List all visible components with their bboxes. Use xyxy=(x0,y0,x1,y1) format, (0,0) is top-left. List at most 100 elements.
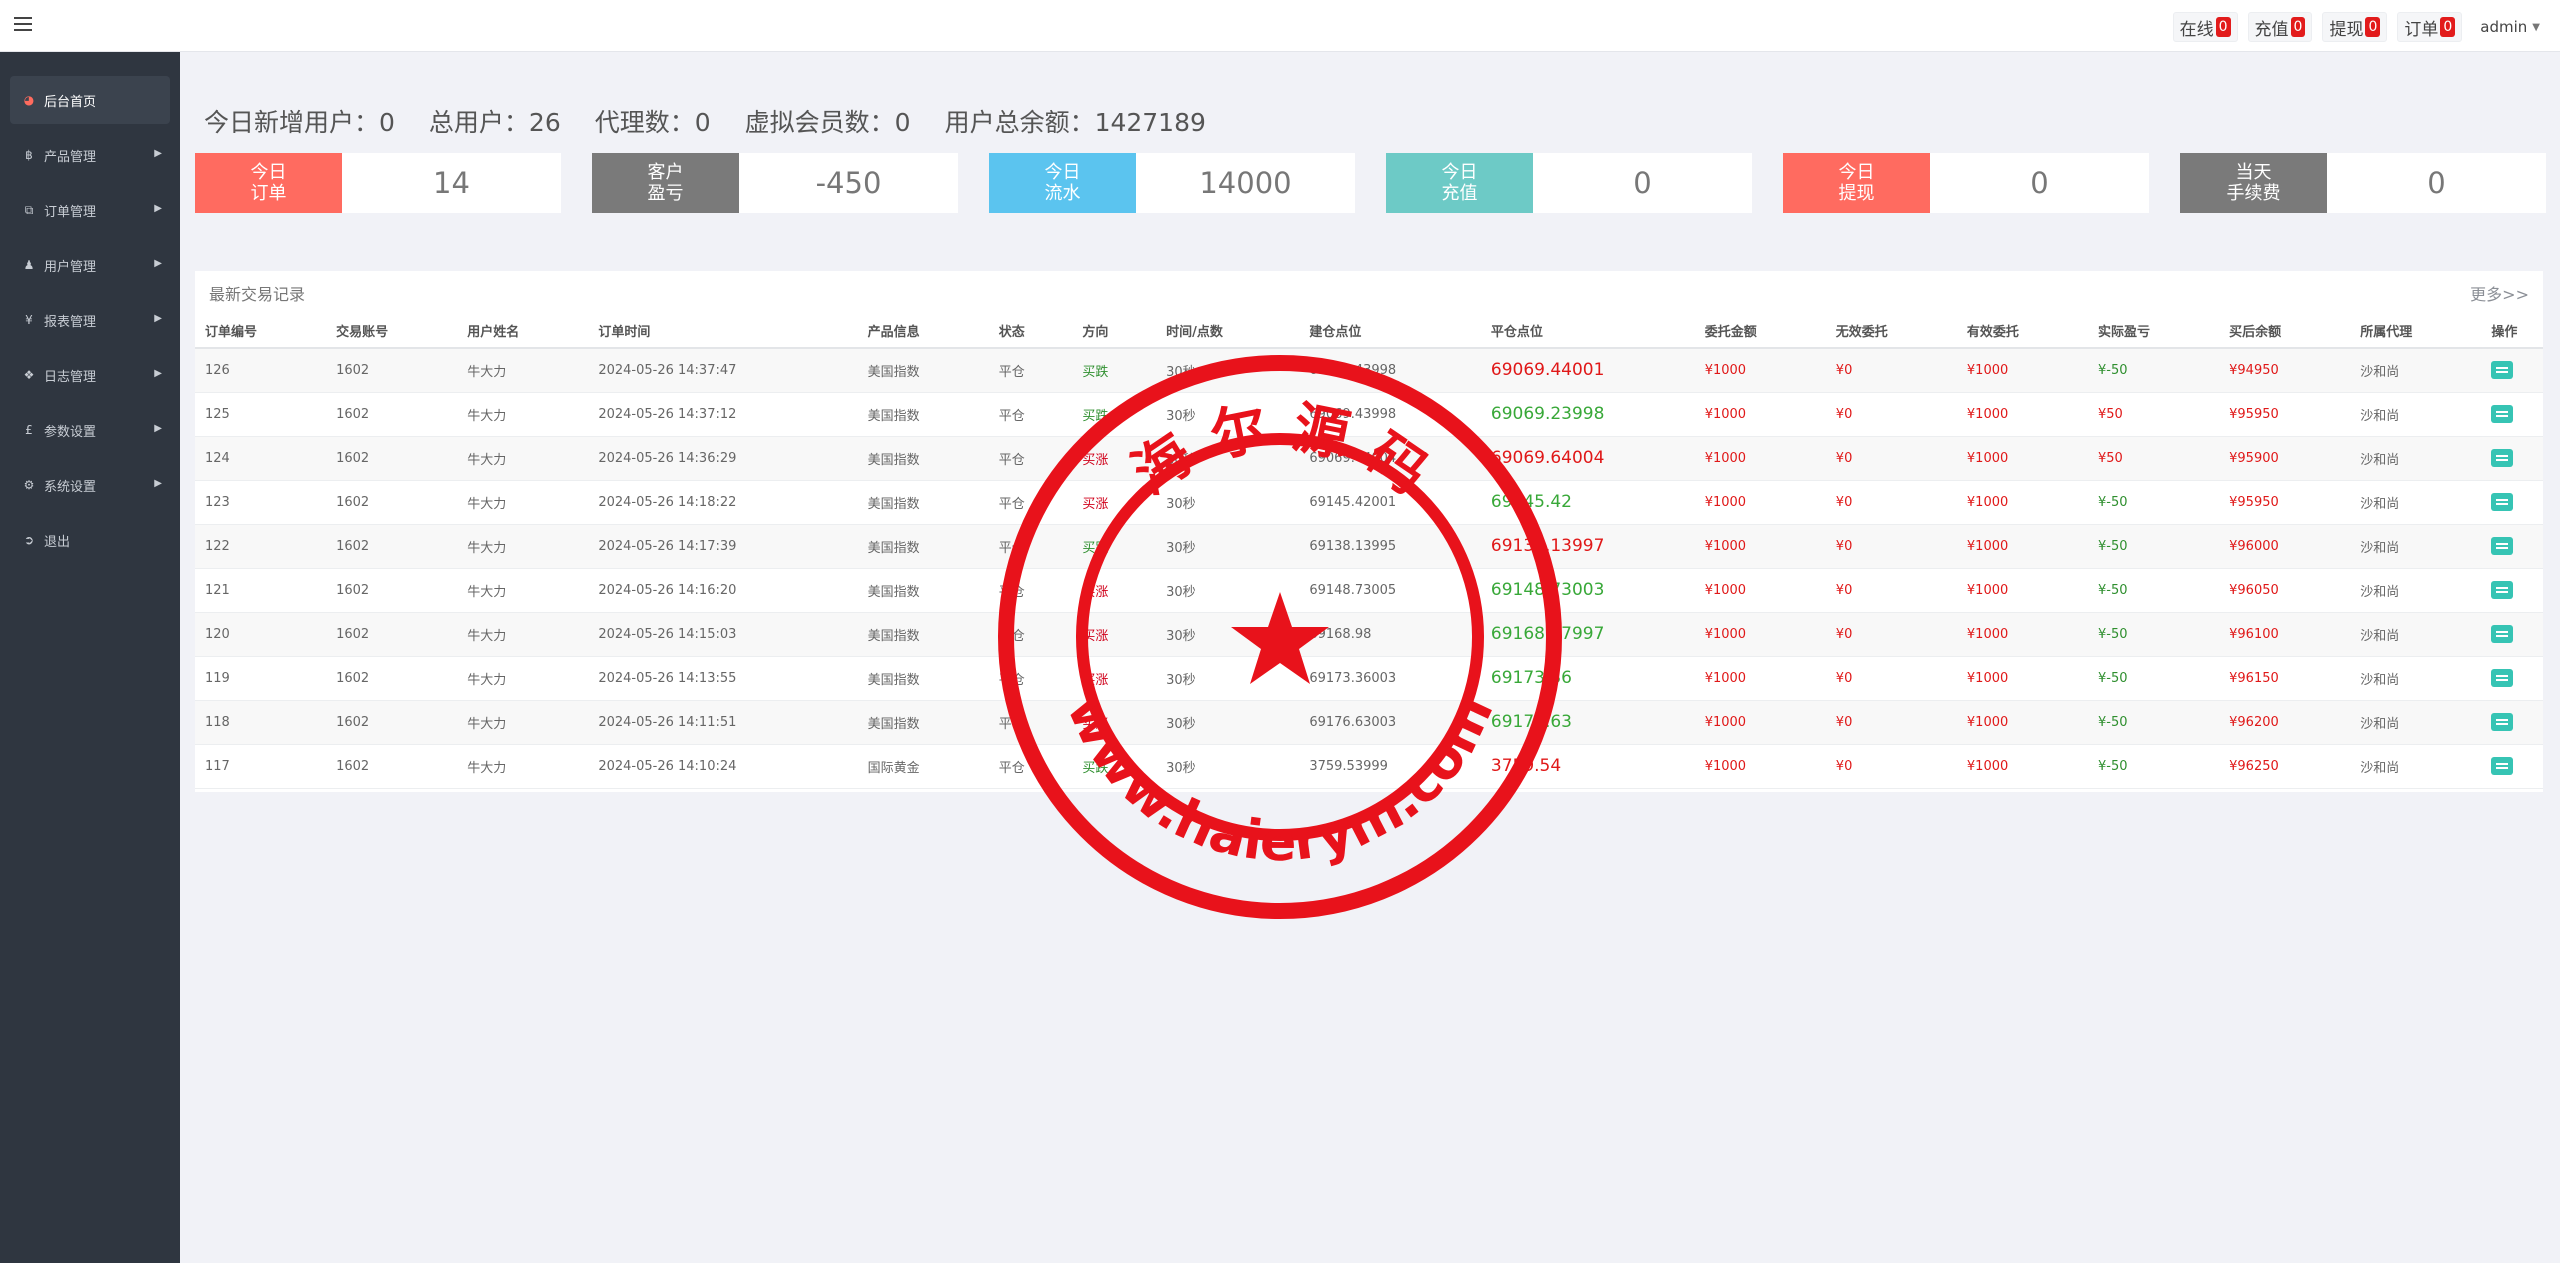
column-header: 操作 xyxy=(2481,314,2543,349)
cell-id: 117 xyxy=(195,744,327,789)
withdraw-count-badge: 0 xyxy=(2365,17,2381,37)
cell-agent: 沙和尚 xyxy=(2350,612,2482,657)
column-header: 订单时间 xyxy=(588,314,858,349)
online-label: 在线 xyxy=(2179,19,2214,40)
sidebar-item-label: 订单管理 xyxy=(44,204,97,220)
view-detail-icon[interactable] xyxy=(2491,669,2514,687)
cell-open: 69069.43998 xyxy=(1299,392,1481,437)
cell-valid: ¥1000 xyxy=(1956,568,2089,613)
cell-open: 69145.42001 xyxy=(1299,480,1481,525)
cell-product: 美国指数 xyxy=(857,348,989,393)
column-header: 所属代理 xyxy=(2350,314,2482,349)
cell-name: 牛大力 xyxy=(457,480,589,525)
view-detail-icon[interactable] xyxy=(2491,449,2514,467)
table-body: 126 1602 牛大力 2024-05-26 14:37:47 美国指数 平仓 买跌 30秒… xyxy=(195,348,2543,789)
more-link[interactable]: 更多>> xyxy=(2470,281,2529,305)
sidebar-item-reports[interactable]: ¥ 报表管理 ▶ xyxy=(10,296,170,344)
view-detail-icon[interactable] xyxy=(2491,361,2514,380)
sidebar-item-logout[interactable]: ➲ 退出 xyxy=(10,516,170,564)
sidebar-item-products[interactable]: ฿ 产品管理 ▶ xyxy=(10,131,170,179)
sidebar-item-label: 系统设置 xyxy=(44,479,97,495)
view-detail-icon[interactable] xyxy=(2491,493,2514,511)
view-detail-icon[interactable] xyxy=(2491,581,2514,599)
card-label: 客户 盈亏 xyxy=(592,153,739,213)
cell-valid: ¥1000 xyxy=(1956,436,2089,481)
card-today-flow: 今日 流水 14000 xyxy=(989,153,1355,213)
cell-name: 牛大力 xyxy=(457,348,589,393)
cell-close: 69138.13997 xyxy=(1480,524,1695,569)
card-value: 14000 xyxy=(1199,166,1292,200)
withdraw-indicator[interactable]: 提现 0 xyxy=(2322,12,2388,42)
view-detail-icon[interactable] xyxy=(2491,537,2514,555)
yen-icon: ¥ xyxy=(25,313,33,327)
cell-product: 美国指数 xyxy=(857,568,989,613)
card-today-orders: 今日 订单 14 xyxy=(195,153,561,213)
view-detail-icon[interactable] xyxy=(2491,713,2514,731)
sidebar-item-logs[interactable]: ❖ 日志管理 ▶ xyxy=(10,351,170,399)
copy-icon: ⧉ xyxy=(24,202,34,217)
user-dropdown[interactable]: admin ▼ xyxy=(2472,12,2548,42)
column-header: 用户姓名 xyxy=(457,314,589,349)
cell-account: 1602 xyxy=(326,392,458,437)
sidebar-item-label: 产品管理 xyxy=(44,149,97,165)
cell-valid: ¥1000 xyxy=(1956,480,2089,525)
cell-time: 2024-05-26 14:37:12 xyxy=(588,392,858,437)
cell-time: 2024-05-26 14:18:22 xyxy=(588,480,858,525)
sidebar-item-orders[interactable]: ⧉ 订单管理 ▶ xyxy=(10,186,170,234)
card-label: 今日 充值 xyxy=(1386,153,1533,213)
view-detail-icon[interactable] xyxy=(2491,757,2514,775)
cell-account: 1602 xyxy=(326,656,458,701)
cell-id: 123 xyxy=(195,480,327,525)
order-indicator[interactable]: 订单 0 xyxy=(2397,12,2463,42)
online-indicator[interactable]: 在线 0 xyxy=(2172,12,2238,42)
cell-pnl: ¥50 xyxy=(2088,392,2220,437)
cell-duration: 30秒 xyxy=(1156,480,1300,525)
cell-action xyxy=(2481,348,2543,393)
cell-open: 69173.36003 xyxy=(1299,656,1481,701)
card-value: -450 xyxy=(815,166,882,200)
cell-duration: 30秒 xyxy=(1156,612,1300,657)
cell-open: 69069.44004 xyxy=(1299,436,1481,481)
cell-account: 1602 xyxy=(326,744,458,789)
cell-invalid: ¥0 xyxy=(1825,744,1957,789)
column-header: 状态 xyxy=(988,314,1073,349)
view-detail-icon[interactable] xyxy=(2491,625,2514,643)
card-today-withdraw: 今日 提现 0 xyxy=(1783,153,2149,213)
cell-amount: ¥1000 xyxy=(1694,700,1826,745)
cell-valid: ¥1000 xyxy=(1956,700,2089,745)
cell-status: 平仓 xyxy=(988,524,1073,569)
table-row: 121 1602 牛大力 2024-05-26 14:16:20 美国指数 平仓 买涨 30秒… xyxy=(195,568,2543,613)
cell-close: 69176.63 xyxy=(1480,700,1695,745)
cell-balance: ¥96250 xyxy=(2219,744,2351,789)
column-header: 时间/点数 xyxy=(1156,314,1300,349)
cell-id: 119 xyxy=(195,656,327,701)
cell-valid: ¥1000 xyxy=(1956,392,2089,437)
cell-amount: ¥1000 xyxy=(1694,612,1826,657)
card-value: 14 xyxy=(433,166,470,200)
cell-invalid: ¥0 xyxy=(1825,480,1957,525)
table-row: 118 1602 牛大力 2024-05-26 14:11:51 美国指数 平仓 买涨 30秒… xyxy=(195,700,2543,745)
cell-amount: ¥1000 xyxy=(1694,392,1826,437)
cell-account: 1602 xyxy=(326,612,458,657)
cell-amount: ¥1000 xyxy=(1694,524,1826,569)
column-header: 委托金额 xyxy=(1694,314,1826,349)
sidebar-item-params[interactable]: £ 参数设置 ▶ xyxy=(10,406,170,454)
cell-close: 3759.54 xyxy=(1480,744,1695,789)
view-detail-icon[interactable] xyxy=(2491,405,2514,423)
cell-open: 3759.53999 xyxy=(1299,744,1481,789)
cell-time: 2024-05-26 14:10:24 xyxy=(588,744,858,789)
column-header: 交易账号 xyxy=(326,314,458,349)
sidebar-item-system[interactable]: ⚙ 系统设置 ▶ xyxy=(10,461,170,509)
sidebar-item-dashboard[interactable]: ◕ 后台首页 xyxy=(10,76,170,124)
menu-toggle-icon[interactable] xyxy=(14,17,32,33)
cell-name: 牛大力 xyxy=(457,700,589,745)
cell-open: 69176.63003 xyxy=(1299,700,1481,745)
cell-duration: 30秒 xyxy=(1156,348,1300,393)
withdraw-label: 提现 xyxy=(2329,19,2364,40)
recharge-indicator[interactable]: 充值 0 xyxy=(2247,12,2313,42)
cell-invalid: ¥0 xyxy=(1825,700,1957,745)
chevron-down-icon: ▼ xyxy=(2532,21,2540,33)
cell-account: 1602 xyxy=(326,436,458,481)
sidebar-item-users[interactable]: ♟ 用户管理 ▶ xyxy=(10,241,170,289)
column-header: 无效委托 xyxy=(1825,314,1957,349)
